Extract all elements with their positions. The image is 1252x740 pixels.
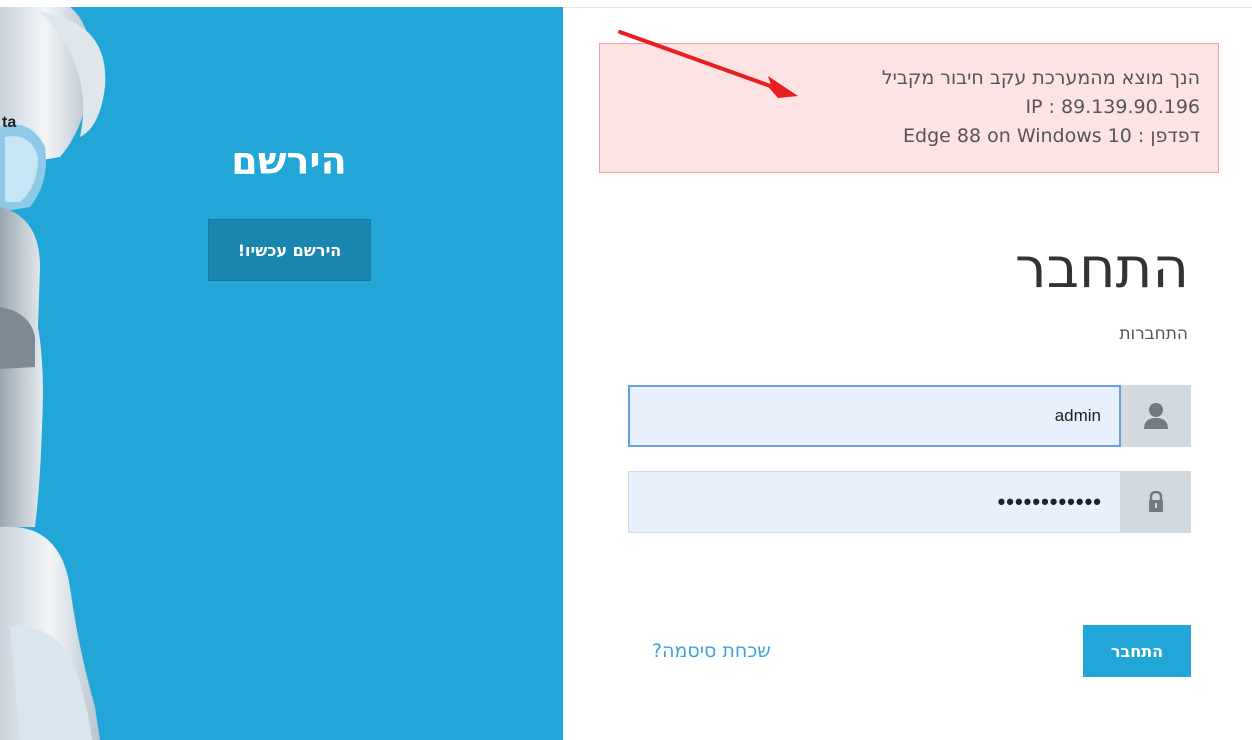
- alert-message: הנך מוצא מהמערכת עקב חיבור מקביל: [881, 67, 1200, 89]
- password-input[interactable]: ••••••••••••: [628, 471, 1121, 533]
- session-alert: הנך מוצא מהמערכת עקב חיבור מקביל IP : 89…: [599, 43, 1219, 173]
- user-icon: [1144, 403, 1168, 429]
- login-submit-button[interactable]: התחבר: [1083, 625, 1191, 677]
- password-row: ••••••••••••: [628, 471, 1191, 533]
- login-page: ta הירשם הירשם עכשיו! הנך מוצא מהמערכת ע…: [0, 0, 1252, 740]
- login-title: התחבר: [1015, 236, 1189, 301]
- username-addon: [1121, 385, 1191, 447]
- alert-browser: דפדפן : Edge 88 on Windows 10: [903, 125, 1200, 147]
- register-panel: ta הירשם הירשם עכשיו!: [0, 7, 563, 740]
- login-subtitle: התחברות: [1119, 324, 1188, 344]
- robot-illustration: ta: [0, 7, 106, 740]
- username-input[interactable]: [628, 385, 1121, 447]
- username-row: [628, 385, 1191, 447]
- lock-icon: [1149, 491, 1163, 512]
- alert-ip: IP : 89.139.90.196: [1025, 96, 1200, 118]
- svg-text:ta: ta: [2, 114, 16, 131]
- register-now-button[interactable]: הירשם עכשיו!: [208, 219, 371, 281]
- password-addon: [1121, 471, 1191, 533]
- top-divider: [563, 7, 1252, 8]
- register-title: הירשם: [231, 139, 347, 183]
- forgot-password-link[interactable]: שכחת סיסמה?: [652, 640, 771, 662]
